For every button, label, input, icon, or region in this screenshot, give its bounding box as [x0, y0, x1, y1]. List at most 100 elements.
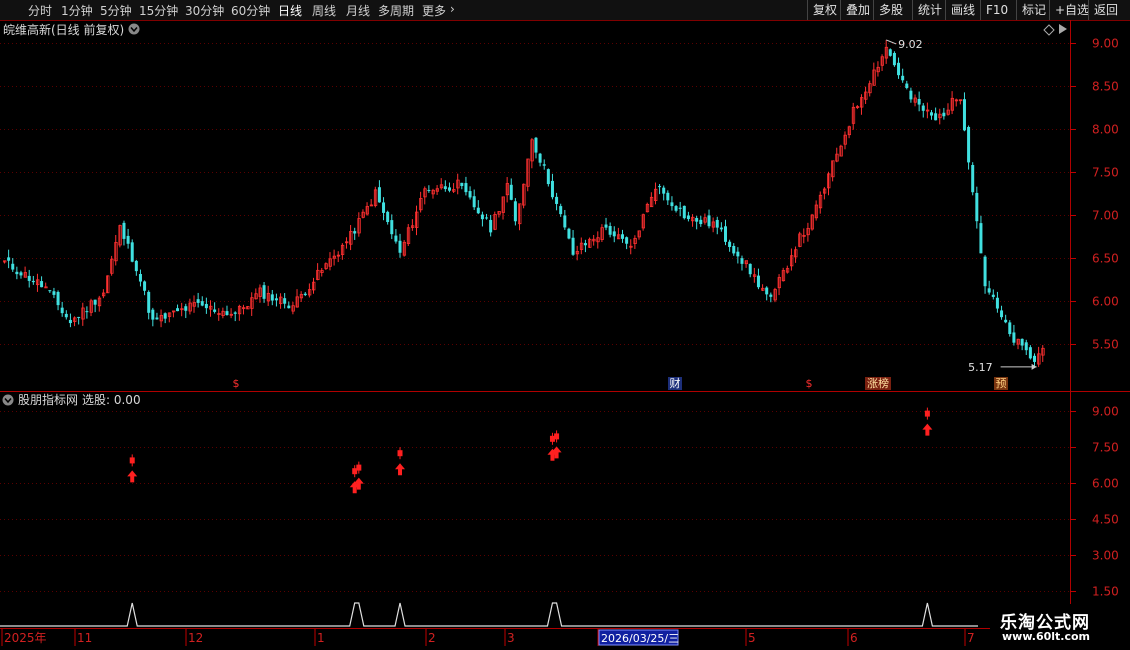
buy-arrow-icon: [922, 423, 933, 436]
candle-body-down: [213, 309, 217, 312]
candle-body-down: [666, 192, 670, 201]
candle-body-down: [892, 52, 896, 66]
candle-body-down: [909, 90, 913, 100]
diamond-icon[interactable]: [1043, 24, 1055, 36]
candle-body-down: [480, 214, 484, 220]
event-marker[interactable]: $: [233, 377, 240, 390]
candle-body-down: [147, 291, 151, 313]
candle-body-down: [262, 285, 266, 299]
price-annotations: 9.02 5.17: [885, 38, 1037, 374]
candle-body-down: [60, 307, 64, 314]
time-tick-label: 7: [967, 631, 975, 645]
candle-body-down: [987, 288, 991, 293]
price-tick-label: 6.50: [1092, 252, 1119, 266]
panel-menu-circle[interactable]: [128, 23, 140, 35]
time-tick-label: 6: [850, 631, 858, 645]
candle-body-down: [765, 287, 769, 295]
candle-body-down: [138, 274, 142, 282]
price-tick-label: 9.00: [1092, 37, 1119, 51]
candle-body-down: [476, 207, 480, 214]
signal-bar: [554, 433, 560, 440]
candle-body-down: [163, 313, 167, 319]
candle-body-down: [678, 207, 682, 209]
indicator-menu-circle[interactable]: [2, 394, 14, 406]
candle-body-down: [559, 206, 563, 215]
candle-body-down: [1033, 355, 1036, 362]
candle-body-down: [15, 271, 19, 275]
candle-body-down: [427, 189, 431, 191]
candle-body-down: [888, 49, 892, 56]
candle-body-down: [274, 298, 278, 301]
candle-body-down: [200, 301, 204, 306]
candle-body-down: [122, 222, 126, 239]
candle-body-down: [204, 303, 208, 309]
candle-body-down: [612, 231, 616, 237]
event-marker[interactable]: $: [806, 377, 813, 390]
indicator-tick-label: 6.00: [1092, 477, 1119, 491]
play-icon[interactable]: [1059, 24, 1067, 34]
candle-body-down: [555, 196, 559, 204]
candle-body-down: [1020, 338, 1024, 346]
candle-body-down: [921, 105, 925, 111]
candle-body-down: [583, 243, 587, 246]
candle-body-down: [736, 251, 740, 257]
candle-body-down: [715, 219, 719, 228]
low-label: 5.17: [968, 361, 993, 374]
candle-body-down: [682, 205, 686, 219]
candlestick-series: [3, 39, 1045, 367]
indicator-tick-label: 1.50: [1092, 585, 1119, 599]
grid-lines: [0, 43, 1070, 592]
candle-body-down: [130, 242, 134, 262]
time-tick-label: 3: [507, 631, 515, 645]
candle-body-down: [604, 224, 608, 228]
price-tick-label: 5.50: [1092, 338, 1119, 352]
buy-arrow-icon: [395, 463, 406, 476]
candle-body-down: [353, 231, 357, 234]
indicator-tick-label: 3.00: [1092, 549, 1119, 563]
candle-body-down: [303, 293, 307, 296]
event-marker[interactable]: 财: [670, 376, 681, 390]
candle-body-down: [7, 257, 11, 261]
candle-body-down: [377, 187, 381, 203]
candle-body-down: [1012, 332, 1016, 343]
candle-body-down: [126, 235, 130, 244]
candle-body-down: [184, 306, 188, 311]
candle-body-down: [56, 291, 60, 306]
candle-body-down: [472, 196, 476, 208]
candle-body-down: [538, 153, 542, 163]
price-axis: 9.00 8.50 8.00 7.50 7.00 6.50 6.00 5.50: [1070, 37, 1119, 352]
event-marker[interactable]: 涨榜: [867, 376, 889, 390]
candle-body-down: [134, 260, 138, 272]
indicator-tick-label: 9.00: [1092, 405, 1119, 419]
buy-arrow-icon: [127, 470, 138, 483]
candle-body-down: [732, 245, 736, 254]
indicator-panel-header: 股朋指标网 选股: 0.00: [2, 392, 141, 407]
price-tick-label: 8.50: [1092, 80, 1119, 94]
indicator-axis: 9.00 7.50 6.00 4.50 3.00 1.50: [1070, 405, 1119, 599]
candle-body-down: [489, 219, 493, 233]
candle-body-down: [917, 98, 921, 105]
time-tick-label: 11: [77, 631, 92, 645]
candle-body-down: [942, 112, 946, 117]
event-markers: $ 财 $ 涨榜 预: [233, 376, 1008, 390]
candle-body-down: [233, 312, 237, 314]
signal-bar: [356, 464, 362, 471]
candle-body-down: [443, 186, 447, 190]
watermark: 乐淘公式网 www.60lt.com: [990, 604, 1130, 650]
candle-body-down: [1000, 310, 1004, 318]
candle-body-down: [27, 275, 31, 281]
candle-body-down: [707, 215, 711, 227]
event-marker[interactable]: 预: [996, 377, 1007, 390]
watermark-url: www.60lt.com: [1002, 630, 1091, 643]
candle-body-down: [991, 294, 995, 297]
signal-bar: [397, 450, 403, 457]
candle-body-down: [386, 211, 390, 223]
candle-body-down: [686, 215, 690, 220]
candle-body-down: [196, 299, 200, 303]
candle-body-down: [509, 184, 513, 200]
price-tick-label: 7.00: [1092, 209, 1119, 223]
candle-body-down: [270, 294, 274, 301]
candle-body-down: [699, 219, 703, 225]
candle-body-down: [571, 237, 575, 255]
candle-body-down: [464, 183, 468, 193]
